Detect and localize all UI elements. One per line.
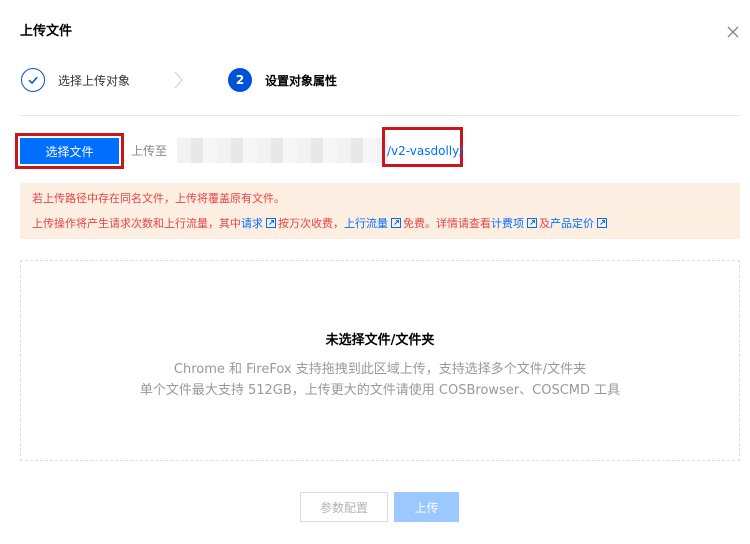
close-icon[interactable]	[725, 24, 741, 40]
external-link-icon	[391, 218, 401, 228]
upload-path-value: /v2-vasdolly/	[387, 144, 464, 158]
dropzone-hint-size: 单个文件最大支持 512GB，上传更大的文件请使用 COSBrowser、COS…	[139, 383, 621, 398]
step-2-label: 设置对象属性	[265, 74, 338, 88]
check-icon	[28, 76, 38, 85]
notice-line-overwrite: 若上传路径中存在同名文件，上传将覆盖原有文件。	[32, 192, 285, 205]
notice-text-c: 免费。详情请查看	[403, 217, 491, 230]
upload-dialog: 上传文件 选择上传对象 2 设置对象属性 选择文件 上传至 /v2-vasdol…	[0, 0, 750, 544]
step-1-done-indicator	[21, 68, 45, 92]
external-link-icon	[527, 218, 537, 228]
path-blurred-region	[177, 138, 388, 163]
dialog-title: 上传文件	[20, 24, 73, 39]
params-config-button[interactable]: 参数配置	[300, 492, 388, 522]
select-file-button[interactable]: 选择文件	[20, 138, 119, 164]
upload-to-label: 上传至	[131, 144, 168, 158]
chevron-right-icon	[172, 70, 184, 94]
upload-button[interactable]: 上传	[394, 492, 459, 522]
link-billing-items[interactable]: 计费项	[491, 217, 524, 230]
warning-notice: 若上传路径中存在同名文件，上传将覆盖原有文件。 上传操作将产生请求次数和上行流量…	[20, 183, 740, 239]
dropzone-title: 未选择文件/文件夹	[325, 333, 435, 348]
link-request[interactable]: 请求	[241, 217, 263, 230]
notice-text-b: 按万次收费，	[278, 217, 344, 230]
step-1-label: 选择上传对象	[58, 74, 131, 88]
link-product-pricing[interactable]: 产品定价	[550, 217, 594, 230]
divider	[20, 115, 740, 116]
external-link-icon	[266, 218, 276, 228]
dropzone-hint-drag: Chrome 和 FireFox 支持拖拽到此区域上传，支持选择多个文件/文件夹	[173, 362, 587, 377]
notice-text-d: 及	[539, 217, 550, 230]
link-upstream-traffic[interactable]: 上行流量	[344, 217, 388, 230]
notice-line-billing: 上传操作将产生请求次数和上行流量，其中请求 按万次收费，上行流量 免费。详情请查看计…	[32, 216, 609, 232]
notice-text-a: 上传操作将产生请求次数和上行流量，其中	[32, 217, 241, 230]
file-drop-zone[interactable]: 未选择文件/文件夹 Chrome 和 FireFox 支持拖拽到此区域上传，支持…	[20, 260, 740, 461]
step-2-number: 2	[228, 68, 252, 92]
external-link-icon	[597, 218, 607, 228]
